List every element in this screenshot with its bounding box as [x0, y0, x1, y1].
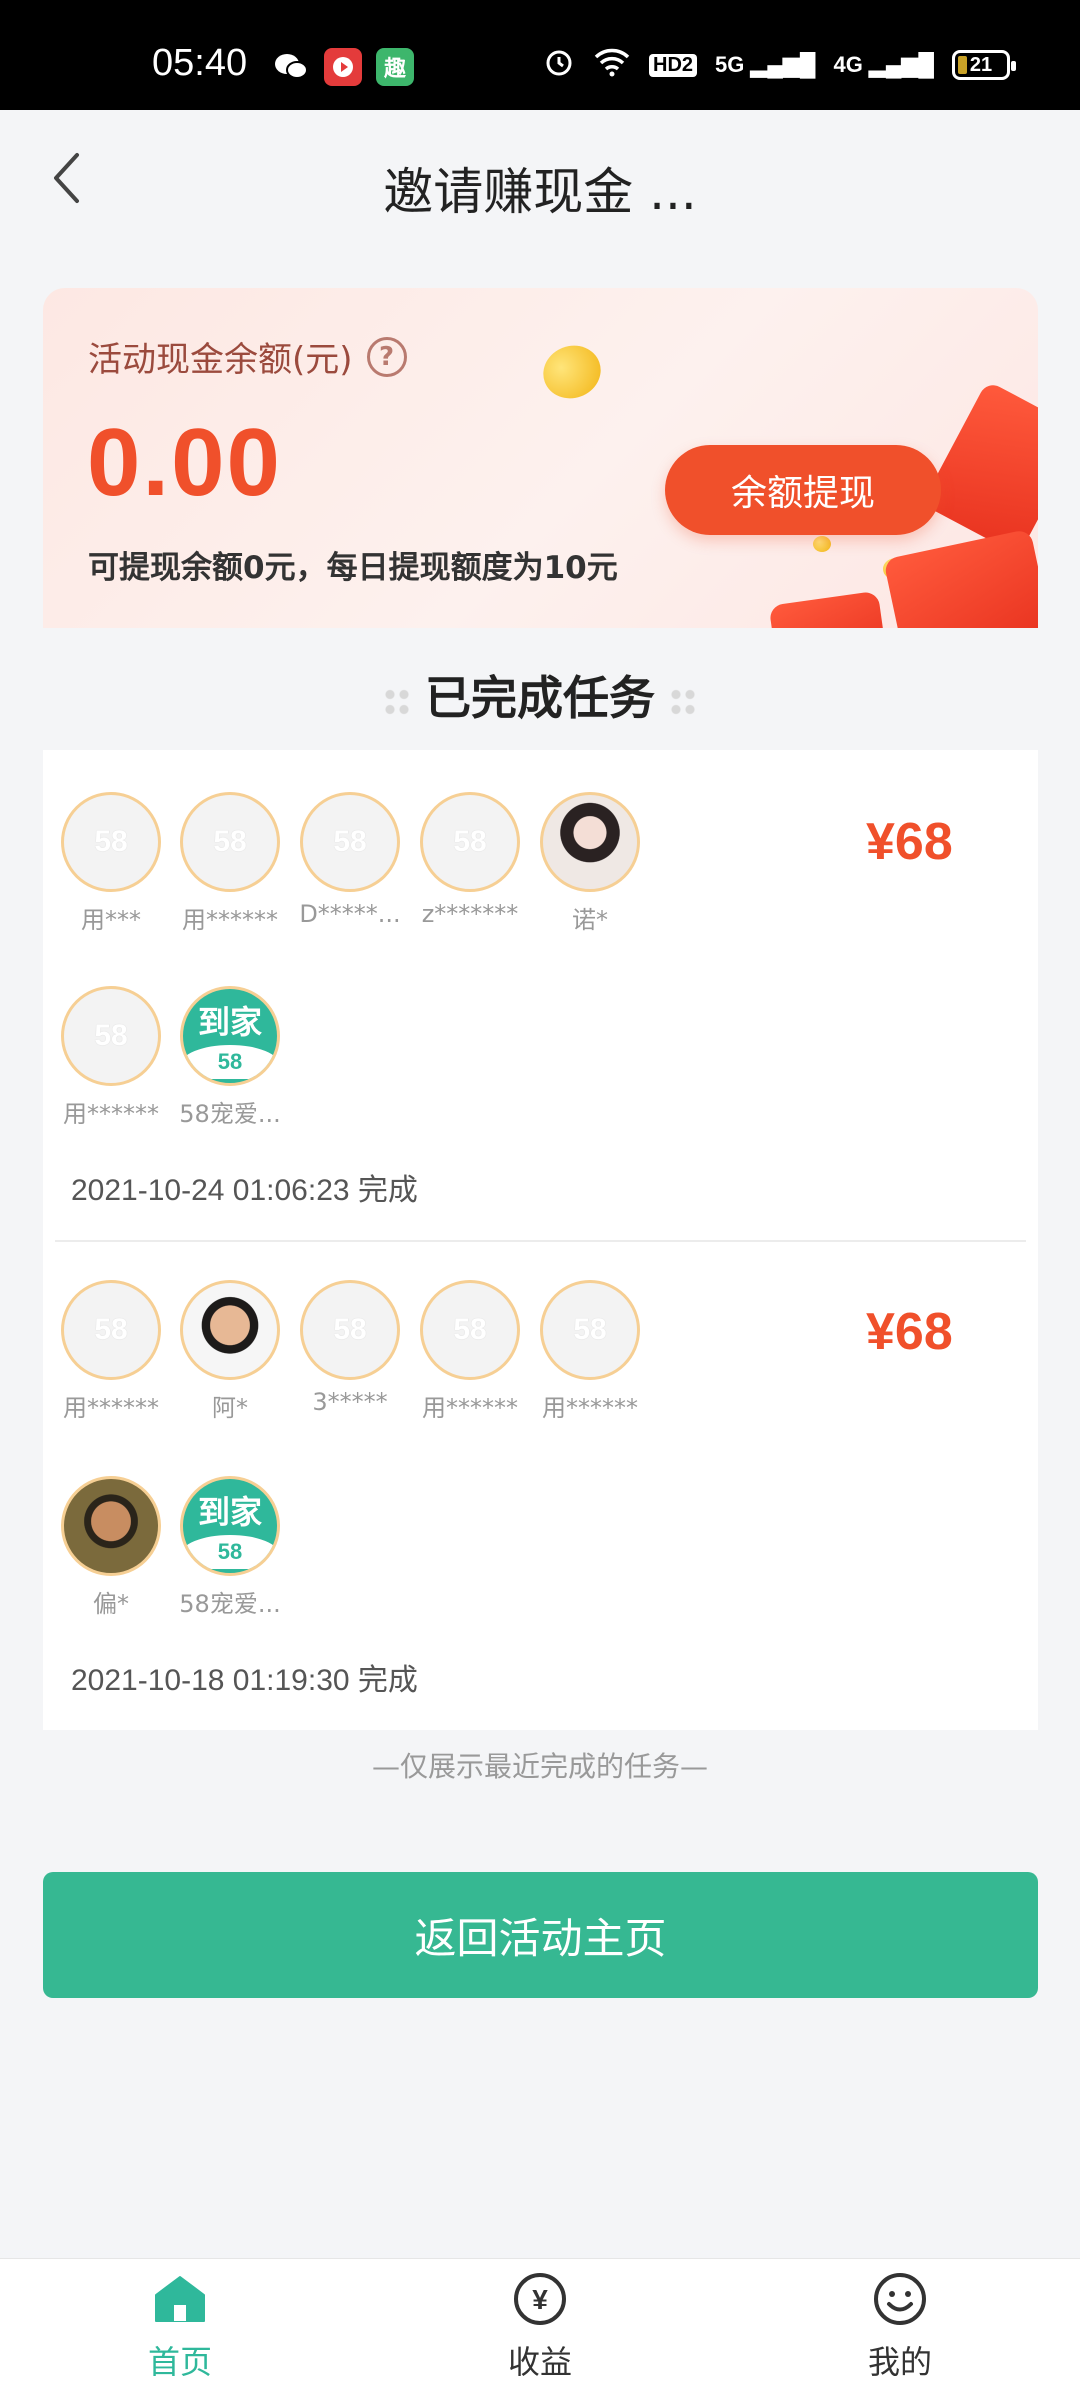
avatar-placeholder: 58	[420, 1280, 520, 1380]
red-packet-decoration	[921, 380, 1038, 556]
nav-income-label: 收益	[507, 2343, 572, 2381]
avatar-photo	[180, 1280, 280, 1380]
invitee-name: 用******	[63, 1100, 159, 1128]
reward-amount: ¥68	[866, 1303, 953, 1361]
invitee-name: 偏*	[93, 1590, 129, 1618]
completion-time: 2021-10-18 01:19:30 完成	[71, 1664, 418, 1697]
header: 邀请赚现金 ...	[0, 110, 1080, 240]
avatar-placeholder: 58	[180, 792, 280, 892]
status-indicators: HD2 5G ▂▄▆█ 4G ▂▄▆█ 21	[543, 46, 1016, 84]
invitee: 偏*	[56, 1476, 166, 1619]
avatar-placeholder: 58	[420, 792, 520, 892]
invitee: 到家 58 58宠爱...	[175, 1476, 285, 1619]
avatar-placeholder: 58	[300, 792, 400, 892]
invitee: 58 3*****	[295, 1280, 405, 1416]
balance-card: 活动现金余额(元) ? 0.00 可提现余额0元，每日提现额度为10元 余额提现	[43, 288, 1038, 628]
avatar-placeholder: 58	[61, 1280, 161, 1380]
invitee: 58 用******	[175, 792, 285, 935]
wechat-icon	[272, 48, 310, 86]
task-card: 58 用*** 58 用****** 58 D*****... 58 z****…	[43, 750, 1038, 1240]
avatar-placeholder: 58	[540, 1280, 640, 1380]
daojia-logo-icon: 到家 58	[180, 1476, 280, 1576]
reward-amount: ¥68	[866, 813, 953, 871]
invitee: 58 z*******	[415, 792, 525, 928]
nav-income[interactable]: ¥ 收益	[440, 2269, 640, 2383]
back-to-main-button[interactable]: 返回活动主页	[43, 1872, 1038, 1998]
section-title: 已完成任务	[0, 662, 1080, 728]
help-icon[interactable]: ?	[366, 336, 407, 377]
smiley-icon	[870, 2269, 930, 2329]
invitee: 58 用******	[415, 1280, 525, 1423]
withdraw-button[interactable]: 余额提现	[665, 445, 941, 535]
signal-4g-icon: 4G ▂▄▆█	[833, 52, 934, 77]
nav-home-label: 首页	[147, 2343, 212, 2381]
home-icon	[150, 2269, 210, 2329]
completion-time: 2021-10-24 01:06:23 完成	[71, 1174, 418, 1207]
invitee: 到家 58 58宠爱...	[175, 986, 285, 1129]
completed-task-list: 58 用*** 58 用****** 58 D*****... 58 z****…	[43, 750, 1038, 1730]
dots-decoration	[669, 686, 697, 717]
invitee-name: 58宠爱...	[179, 1590, 281, 1618]
alarm-icon	[543, 46, 575, 84]
invitee: 诺*	[535, 792, 645, 935]
avatar-placeholder: 58	[61, 986, 161, 1086]
avatar-photo	[61, 1476, 161, 1576]
invitee-name: 用******	[542, 1394, 638, 1422]
wifi-icon	[593, 47, 631, 83]
red-packet-decoration	[768, 590, 888, 628]
yuan-circle-icon: ¥	[510, 2269, 570, 2329]
qu-app-icon: 趣	[376, 48, 414, 86]
signal-5g-icon: 5G ▂▄▆█	[715, 52, 816, 77]
nav-mine[interactable]: 我的	[800, 2269, 1000, 2383]
invitee: 58 D*****...	[295, 792, 405, 928]
daojia-logo-icon: 到家 58	[180, 986, 280, 1086]
coin-decoration	[813, 536, 831, 552]
battery-icon: 21	[952, 50, 1016, 80]
invitee-name: 58宠爱...	[179, 1100, 281, 1128]
invitee: 58 用***	[56, 792, 166, 935]
invitee-name: 用******	[422, 1394, 518, 1422]
invitee: 58 用******	[535, 1280, 645, 1423]
task-card: 58 用****** 阿* 58 3***** 58 用****** 58 用*…	[43, 1240, 1038, 1730]
invitee-name: 3*****	[312, 1388, 388, 1416]
nav-home[interactable]: 首页	[80, 2269, 280, 2383]
dots-decoration	[383, 686, 411, 717]
invitee: 58 用******	[56, 986, 166, 1129]
invitee-name: 用******	[63, 1394, 159, 1422]
status-bar: 05:40 趣 HD2 5G ▂▄▆█ 4G ▂▄▆█ 21	[0, 0, 1080, 110]
balance-amount: 0.00	[87, 409, 282, 516]
balance-label: 活动现金余额(元) ?	[88, 332, 407, 381]
page-title: 邀请赚现金 ...	[383, 163, 697, 221]
status-app-icons: 趣	[272, 48, 414, 86]
withdraw-limit-note: 可提现余额0元，每日提现额度为10元	[88, 550, 618, 586]
invitee: 阿*	[175, 1280, 285, 1423]
svg-text:¥: ¥	[532, 2284, 548, 2315]
recent-only-note: —仅展示最近完成的任务—	[371, 1750, 708, 1783]
avatar-placeholder: 58	[61, 792, 161, 892]
invitee: 58 用******	[56, 1280, 166, 1423]
invitee-name: z*******	[421, 900, 519, 928]
coin-decoration	[535, 337, 609, 407]
status-time: 05:40	[152, 42, 248, 84]
invitee-name: 用***	[81, 906, 141, 934]
invitee-name: D*****...	[299, 900, 401, 928]
avatar-placeholder: 58	[300, 1280, 400, 1380]
hd-icon: HD2	[649, 53, 698, 77]
nav-mine-label: 我的	[867, 2343, 932, 2381]
bottom-nav: 首页 ¥ 收益 我的	[0, 2258, 1080, 2400]
red-packet-decoration	[883, 528, 1038, 628]
video-app-icon	[324, 48, 362, 86]
invitee-name: 诺*	[572, 906, 608, 934]
invitee-name: 阿*	[212, 1394, 248, 1422]
avatar-photo	[540, 792, 640, 892]
invitee-name: 用******	[182, 906, 278, 934]
